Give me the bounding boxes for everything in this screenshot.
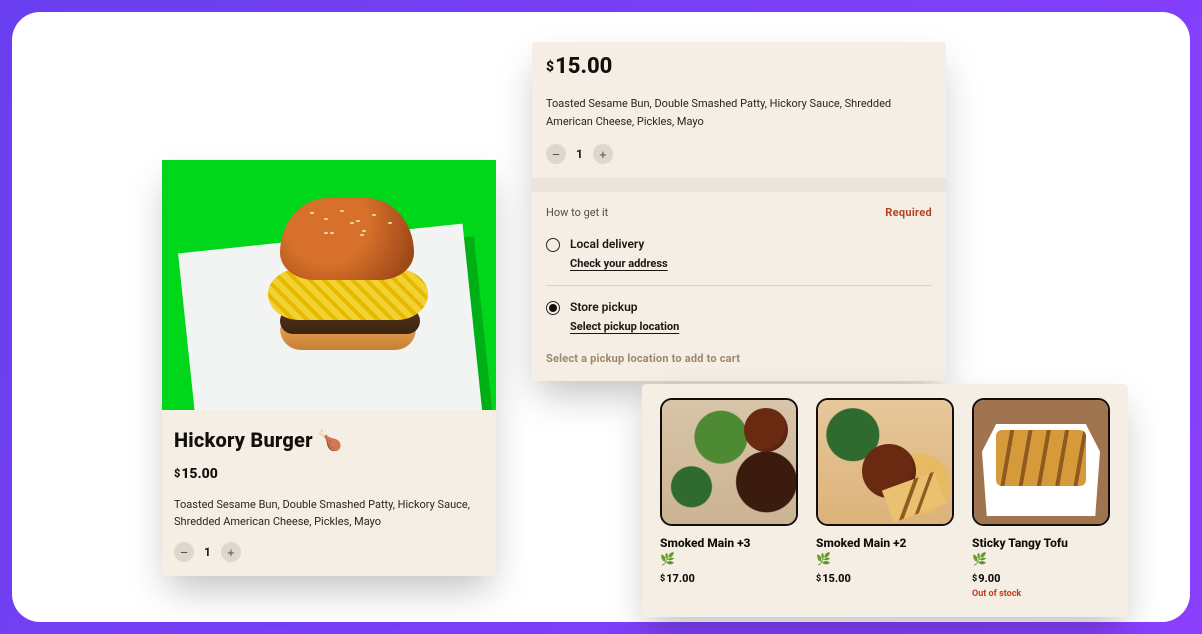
related-item[interactable]: Smoked Main +2 🌿 $15.00	[816, 398, 954, 599]
related-item-name: Smoked Main +3	[660, 536, 798, 550]
quantity-stepper: − 1 +	[546, 144, 932, 164]
qty-decrease-button[interactable]: −	[174, 542, 194, 562]
stage: Hickory Burger 🍗 $15.00 Toasted Sesame B…	[12, 12, 1190, 622]
product-price: $15.00	[174, 466, 484, 482]
related-item-name: Smoked Main +2	[816, 536, 954, 550]
qty-value: 1	[576, 147, 583, 161]
fulfillment-price: $15.00	[546, 54, 932, 79]
related-item-name: Sticky Tangy Tofu	[972, 536, 1110, 550]
check-address-link[interactable]: Check your address	[570, 257, 668, 270]
product-description: Toasted Sesame Bun, Double Smashed Patty…	[174, 496, 474, 530]
qty-decrease-button[interactable]: −	[546, 144, 566, 164]
qty-increase-button[interactable]: +	[593, 144, 613, 164]
product-title: Hickory Burger 🍗	[174, 428, 484, 452]
related-item-price: $15.00	[816, 572, 954, 585]
product-image	[162, 160, 496, 410]
related-item-price: $9.00	[972, 572, 1110, 585]
related-item[interactable]: Smoked Main +3 🌿 $17.00	[660, 398, 798, 599]
option-label: Local delivery	[570, 237, 668, 251]
product-card: Hickory Burger 🍗 $15.00 Toasted Sesame B…	[162, 160, 496, 576]
fulfillment-option[interactable]: Local delivery Check your address	[546, 233, 932, 285]
required-badge: Required	[885, 206, 932, 219]
vegan-icon: 🌿	[816, 552, 954, 566]
related-item[interactable]: Sticky Tangy Tofu 🌿 $9.00 Out of stock	[972, 398, 1110, 599]
option-label: Store pickup	[570, 300, 679, 314]
related-items-card: Smoked Main +3 🌿 $17.00 Smoked Main +2 🌿…	[642, 384, 1128, 617]
vegan-icon: 🌿	[660, 552, 798, 566]
qty-increase-button[interactable]: +	[221, 542, 241, 562]
out-of-stock-badge: Out of stock	[972, 589, 1110, 599]
qty-value: 1	[204, 545, 211, 559]
fulfillment-section-label: How to get it	[546, 206, 608, 219]
quantity-stepper: − 1 +	[174, 542, 484, 562]
fulfillment-description: Toasted Sesame Bun, Double Smashed Patty…	[546, 95, 916, 130]
fulfillment-card: $15.00 Toasted Sesame Bun, Double Smashe…	[532, 42, 946, 381]
pickup-hint: Select a pickup location to add to cart	[546, 352, 932, 365]
fulfillment-option[interactable]: Store pickup Select pickup location	[546, 285, 932, 348]
related-item-price: $17.00	[660, 572, 798, 585]
related-thumbnail	[660, 398, 798, 526]
vegan-icon: 🌿	[972, 552, 1110, 566]
radio-icon[interactable]	[546, 238, 560, 252]
select-pickup-link[interactable]: Select pickup location	[570, 320, 679, 333]
related-thumbnail	[816, 398, 954, 526]
radio-icon[interactable]	[546, 301, 560, 315]
divider	[532, 178, 946, 192]
related-thumbnail	[972, 398, 1110, 526]
